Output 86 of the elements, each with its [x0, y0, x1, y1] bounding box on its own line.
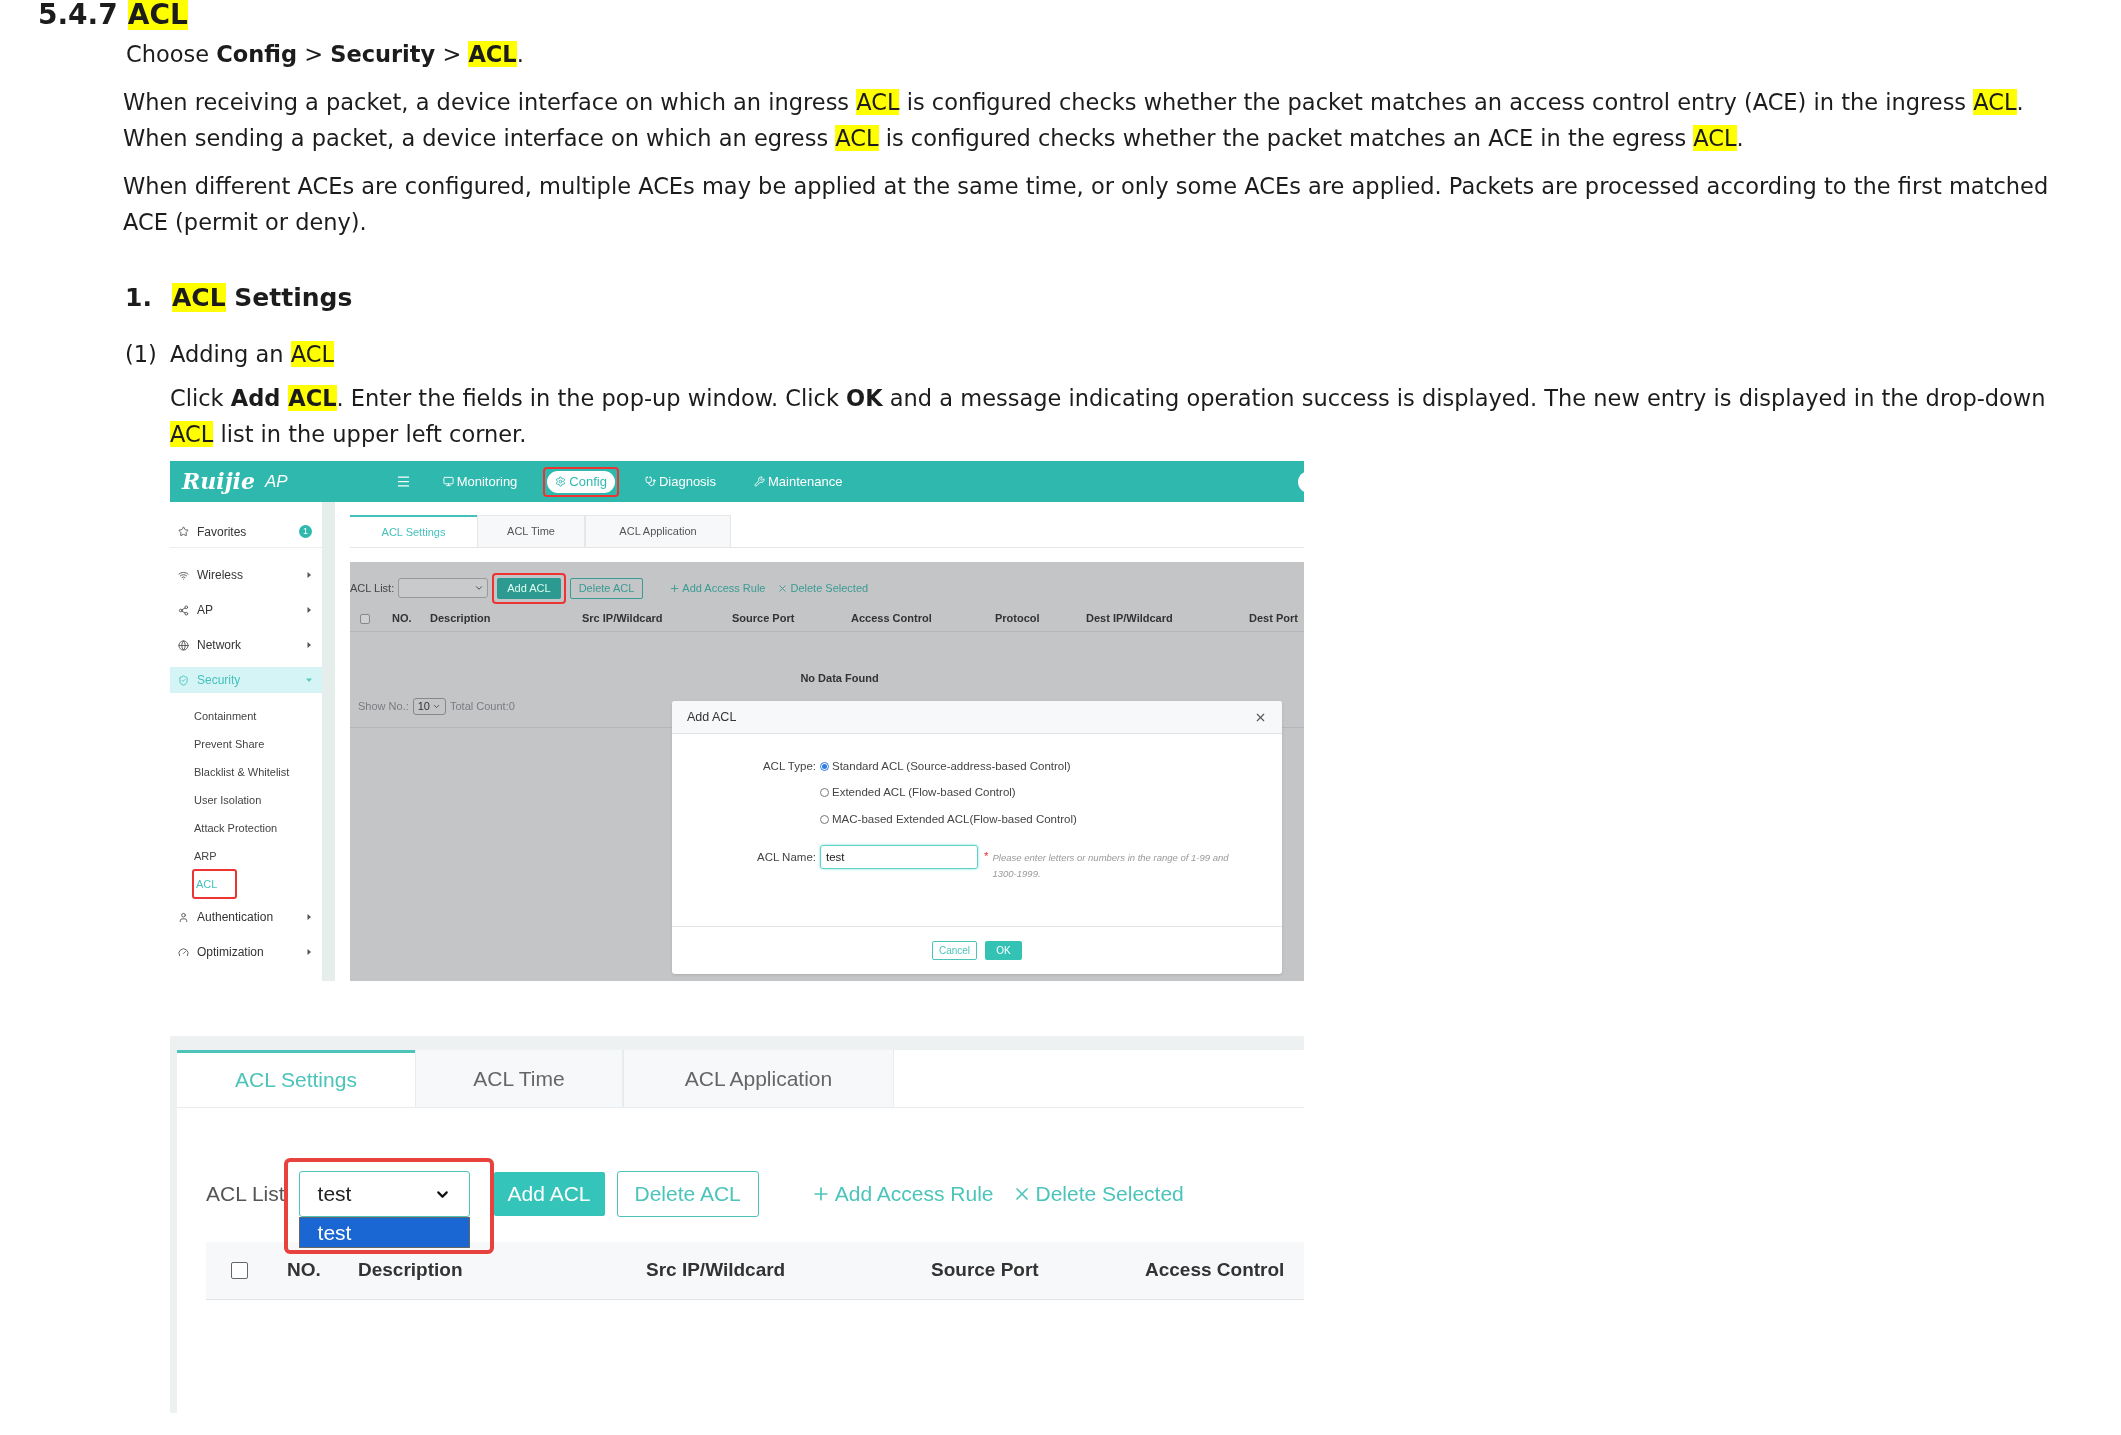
gear-icon	[555, 476, 567, 487]
column-header: Src IP/Wildcard	[582, 612, 663, 625]
body-paragraph: When different ACEs are configured, multiple ACEs may be applied at the same time, or only some ACEs are applied. Packets are processed according to the first matched ACE (permit or deny).	[123, 172, 2050, 237]
field-label: ACL Name:	[757, 850, 816, 863]
logo: Ruijie	[182, 467, 255, 496]
column-header: Source Port	[931, 1259, 1039, 1281]
stethoscope-icon	[644, 476, 656, 487]
star-icon	[178, 526, 189, 537]
column-header: Description	[358, 1259, 463, 1281]
page-size-select[interactable]: 10	[412, 698, 446, 715]
plus-icon	[669, 582, 681, 594]
caret-icon	[306, 572, 312, 578]
tab[interactable]: ACL Application	[623, 1050, 894, 1107]
gauge-icon	[178, 946, 189, 958]
tab[interactable]: ACL Time	[477, 515, 585, 547]
empty-message: No Data Found	[800, 670, 879, 686]
submenu-item[interactable]: Blacklist & Whitelist	[192, 763, 292, 781]
count-badge: 1	[299, 525, 312, 538]
sidebar-item[interactable]: Network	[170, 632, 322, 658]
globe-icon	[178, 639, 189, 651]
tab[interactable]: ACL Application	[585, 515, 731, 547]
add-acl-button[interactable]: Add ACL	[497, 577, 561, 599]
submenu-item[interactable]: ARP	[192, 847, 219, 865]
acl-list-select[interactable]: test	[298, 1171, 470, 1217]
tab[interactable]: ACL Time	[415, 1050, 623, 1107]
sidebar-item[interactable]: Wireless	[170, 562, 322, 588]
product-name: AP	[264, 470, 288, 493]
dropdown-option[interactable]: test	[298, 1217, 470, 1248]
hint-text: Please enter letters or numbers in the range of 1-99 and 1300-1999.	[992, 850, 1230, 881]
checkbox[interactable]	[231, 1262, 248, 1279]
radio-label: Standard ACL (Source-address-based Control)	[832, 759, 1071, 774]
checkbox[interactable]	[360, 613, 370, 624]
submenu-item[interactable]: Containment	[192, 707, 259, 725]
caret-icon	[474, 583, 485, 593]
column-header: Source Port	[732, 612, 795, 625]
submenu-item[interactable]: Attack Protection	[192, 819, 280, 837]
column-header: NO.	[392, 612, 412, 625]
section-number: 1.	[125, 282, 153, 314]
sidebar-item[interactable]: Authentication	[170, 904, 322, 930]
caret-icon	[306, 642, 312, 648]
caret-icon	[306, 949, 312, 955]
shield-icon	[178, 674, 189, 686]
submenu-item[interactable]: Prevent Share	[192, 735, 267, 753]
wifi-icon	[178, 569, 189, 581]
column-header: Protocol	[995, 612, 1040, 625]
radio-label: MAC-based Extended ACL(Flow-based Control)	[832, 811, 1077, 827]
menu-icon[interactable]	[395, 474, 411, 489]
caret-icon	[306, 677, 312, 683]
section-title: ACL Settings	[172, 282, 353, 314]
sidebar-item[interactable]: Optimization	[170, 939, 322, 965]
wrench-icon	[754, 476, 765, 487]
radio-option[interactable]: MAC-based Extended ACL(Flow-based Control)	[820, 810, 1077, 828]
caret-icon	[306, 914, 312, 920]
column-header: NO.	[287, 1259, 321, 1281]
column-header: Dest Port	[1249, 612, 1298, 625]
total-count: Total Count:0	[450, 699, 515, 715]
field-label: ACL List:	[350, 580, 395, 596]
section-number: 5.4.7	[38, 0, 118, 30]
radio-label: Extended ACL (Flow-based Control)	[832, 785, 1016, 801]
page-size-label: Show No.:	[358, 699, 409, 715]
column-header: Description	[430, 612, 491, 625]
field-label: ACL List	[206, 1181, 285, 1208]
column-header: Dest IP/Wildcard	[1086, 612, 1173, 625]
column-header: Src IP/Wildcard	[646, 1259, 786, 1281]
radio-option[interactable]: Standard ACL (Source-address-based Control)	[820, 758, 1077, 776]
section-title: ACL	[127, 0, 188, 30]
acl-name-input[interactable]: test	[820, 844, 978, 869]
caret-icon	[432, 702, 441, 711]
user-icon	[178, 911, 189, 923]
instruction-text: Choose Config > Security > ACL.	[126, 40, 525, 69]
avatar-icon[interactable]	[1298, 470, 1304, 493]
required-mark: *	[984, 848, 989, 863]
acl-list-select[interactable]	[398, 578, 489, 598]
sidebar-item[interactable]: AP	[170, 597, 322, 623]
column-header: Access Control	[1145, 1259, 1285, 1281]
caret-icon	[306, 607, 312, 613]
close-icon	[777, 582, 789, 594]
step-title: Adding an ACL	[170, 340, 334, 369]
submenu-item[interactable]: User Isolation	[192, 791, 264, 809]
column-header: Access Control	[851, 612, 932, 625]
step-number: (1)	[125, 340, 158, 369]
field-label: ACL Type:	[762, 760, 816, 772]
radio-option[interactable]: Extended ACL (Flow-based Control)	[820, 784, 1077, 802]
monitor-icon	[442, 476, 454, 487]
dialog-title: Add ACL	[687, 708, 738, 726]
share-icon	[178, 604, 189, 616]
